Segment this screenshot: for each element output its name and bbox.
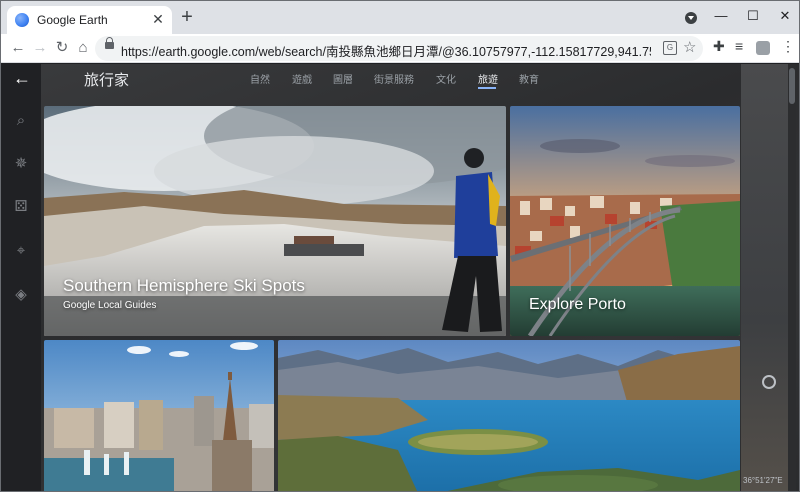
google-earth-favicon-icon — [15, 13, 29, 27]
left-rail: ← ⌕ ✵ ⚄ ⌖ ◈ — [1, 64, 41, 491]
tab-culture[interactable]: 文化 — [436, 71, 456, 86]
tab-search-icon[interactable] — [685, 12, 697, 24]
forward-button[interactable]: → — [29, 37, 51, 59]
tab-street-view[interactable]: 街景服務 — [374, 71, 414, 86]
playlist-icon[interactable]: ≡ — [735, 38, 743, 54]
address-bar[interactable]: https://earth.google.com/web/search/南投縣魚… — [95, 36, 703, 61]
lake-image — [278, 340, 740, 491]
browser-window: Google Earth ✕ + — ☐ ✕ ← → ↻ ⌂ https://e… — [0, 0, 800, 492]
tab-title: Google Earth — [37, 13, 108, 27]
back-arrow-icon[interactable]: ← — [13, 67, 33, 89]
tab-close-icon[interactable]: ✕ — [150, 11, 166, 27]
place-icon[interactable]: ⌖ — [11, 241, 31, 261]
layers-icon[interactable]: ◈ — [11, 285, 31, 305]
bookmark-star-icon[interactable]: ☆ — [683, 38, 696, 56]
page-title: 旅行家 — [84, 71, 130, 89]
card-lake[interactable] — [278, 340, 740, 491]
card-subtitle: Google Local Guides — [63, 300, 157, 311]
dice-icon[interactable]: ⚄ — [11, 197, 31, 217]
puzzle-icon[interactable]: ✚ — [713, 38, 725, 55]
tab-travel[interactable]: 旅遊 — [478, 71, 498, 86]
browser-tab[interactable]: Google Earth ✕ — [7, 6, 172, 34]
tab-nature[interactable]: 自然 — [250, 71, 270, 86]
card-city[interactable] — [44, 340, 274, 491]
city-image — [44, 340, 274, 491]
card-explore-porto[interactable]: Explore Porto — [510, 106, 740, 336]
home-button[interactable]: ⌂ — [72, 37, 94, 59]
tab-education[interactable]: 教育 — [519, 71, 539, 86]
compass-icon[interactable] — [762, 375, 776, 389]
tab-layers[interactable]: 圖層 — [333, 71, 353, 86]
menu-icon[interactable]: ⋮ — [781, 38, 795, 55]
profile-icon[interactable] — [756, 41, 770, 55]
tab-games[interactable]: 遊戲 — [292, 71, 312, 86]
lock-icon — [105, 37, 114, 49]
new-tab-button[interactable]: + — [177, 7, 197, 28]
active-tab-indicator — [478, 87, 496, 89]
search-icon[interactable]: ⌕ — [11, 111, 31, 131]
url-text[interactable]: https://earth.google.com/web/search/南投縣魚… — [121, 41, 651, 60]
browser-toolbar: ← → ↻ ⌂ https://earth.google.com/web/sea… — [1, 34, 799, 63]
close-window-button[interactable]: ✕ — [762, 3, 799, 29]
globe-view[interactable] — [741, 64, 788, 491]
back-button[interactable]: ← — [7, 37, 29, 59]
card-title: Southern Hemisphere Ski Spots — [63, 276, 305, 295]
translate-icon[interactable]: G — [663, 41, 677, 55]
scroll-thumb[interactable] — [789, 68, 795, 104]
coordinates-readout: 36°51'27"E — [743, 476, 783, 485]
card-title: Explore Porto — [529, 296, 626, 313]
tab-strip: Google Earth ✕ + — ☐ ✕ — [1, 1, 799, 34]
voyager-icon[interactable]: ✵ — [11, 154, 31, 174]
reload-button[interactable]: ↻ — [51, 37, 73, 59]
google-earth-app: 36°51'27"E ← ⌕ ✵ ⚄ ⌖ ◈ 旅行家 自然 遊戲 圖層 街景服務… — [1, 64, 799, 491]
card-ski-spots[interactable]: Southern Hemisphere Ski Spots Google Loc… — [44, 106, 506, 336]
scrollbar[interactable] — [788, 64, 796, 491]
